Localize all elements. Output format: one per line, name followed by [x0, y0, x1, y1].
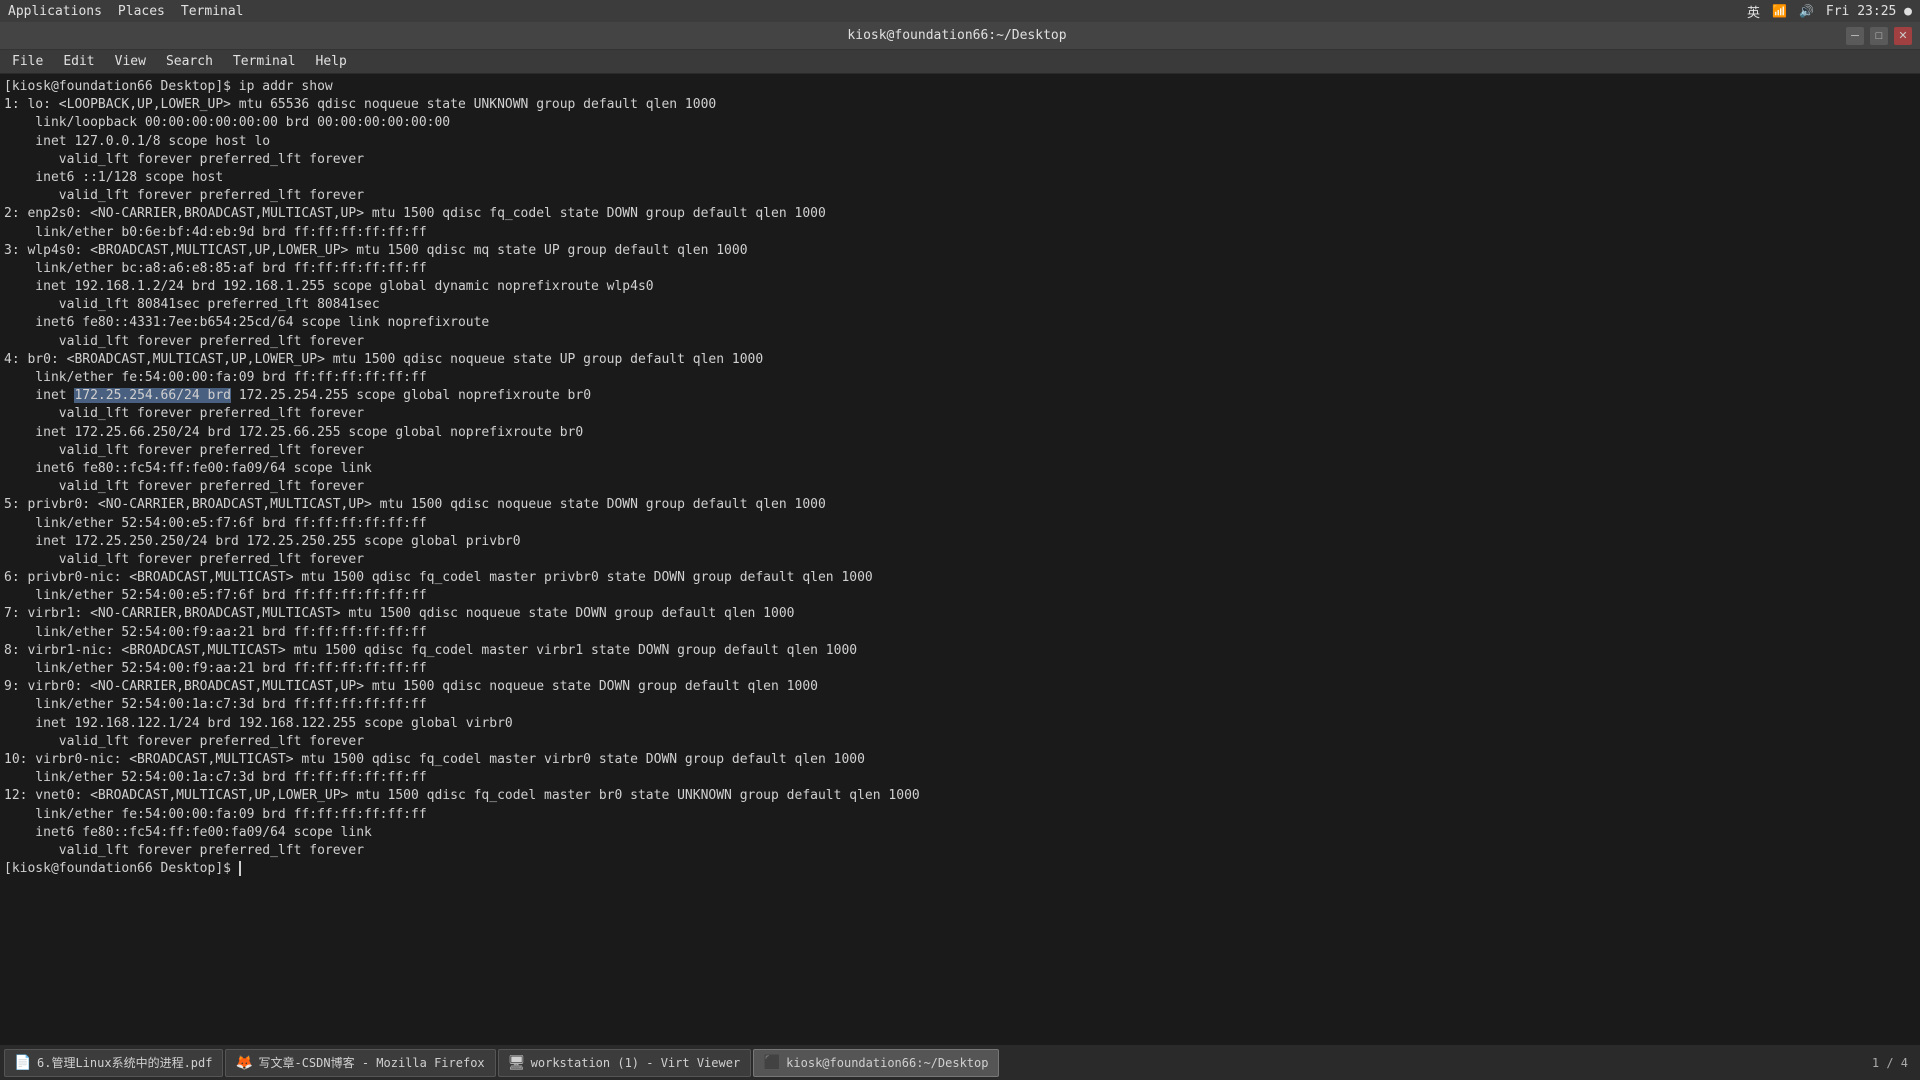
- taskbar-item-terminal[interactable]: ⬛ kiosk@foundation66:~/Desktop: [753, 1049, 999, 1077]
- applications-menu[interactable]: Applications: [8, 4, 102, 19]
- volume-icon: 🔊: [1799, 4, 1814, 18]
- terminal-taskbar-icon: ⬛: [764, 1055, 780, 1071]
- menu-view[interactable]: View: [107, 52, 154, 71]
- system-bar: Applications Places Terminal 英 📶 🔊 Fri 2…: [0, 0, 1920, 22]
- terminal-line-1: [kiosk@foundation66 Desktop]$ ip addr sh…: [4, 79, 920, 876]
- taskbar: 📄 6.管理Linux系统中的进程.pdf 🦊 写文章-CSDN博客 - Moz…: [0, 1044, 1920, 1080]
- window-controls: ─ □ ✕: [1846, 27, 1912, 45]
- datetime: Fri 23:25 ●: [1826, 4, 1912, 19]
- network-icon: 📶: [1772, 4, 1787, 18]
- terminal-content[interactable]: [kiosk@foundation66 Desktop]$ ip addr sh…: [0, 74, 1920, 1044]
- title-bar: kiosk@foundation66:~/Desktop ─ □ ✕: [0, 22, 1920, 50]
- taskbar-label-terminal: kiosk@foundation66:~/Desktop: [786, 1056, 988, 1070]
- menu-bar: File Edit View Search Terminal Help: [0, 50, 1920, 74]
- virt-icon: 🖥: [509, 1055, 525, 1071]
- pdf-icon: 📄: [15, 1055, 31, 1071]
- taskbar-page-indicator: 1 / 4: [1872, 1056, 1916, 1070]
- terminal-menu[interactable]: Terminal: [181, 4, 244, 19]
- close-button[interactable]: ✕: [1894, 27, 1912, 45]
- taskbar-item-pdf[interactable]: 📄 6.管理Linux系统中的进程.pdf: [4, 1049, 223, 1077]
- taskbar-label-virt: workstation (1) - Virt Viewer: [531, 1056, 741, 1070]
- taskbar-item-virt[interactable]: 🖥 workstation (1) - Virt Viewer: [498, 1049, 752, 1077]
- terminal-window: kiosk@foundation66:~/Desktop ─ □ ✕ File …: [0, 22, 1920, 1044]
- menu-file[interactable]: File: [4, 52, 51, 71]
- menu-search[interactable]: Search: [158, 52, 221, 71]
- menu-help[interactable]: Help: [308, 52, 355, 71]
- system-bar-right: 英 📶 🔊 Fri 23:25 ●: [1747, 2, 1912, 21]
- menu-terminal[interactable]: Terminal: [225, 52, 304, 71]
- minimize-button[interactable]: ─: [1846, 27, 1864, 45]
- menu-edit[interactable]: Edit: [55, 52, 102, 71]
- taskbar-label-firefox: 写文章-CSDN博客 - Mozilla Firefox: [258, 1054, 484, 1071]
- taskbar-item-firefox[interactable]: 🦊 写文章-CSDN博客 - Mozilla Firefox: [225, 1049, 495, 1077]
- window-title: kiosk@foundation66:~/Desktop: [68, 28, 1846, 43]
- maximize-button[interactable]: □: [1870, 27, 1888, 45]
- system-bar-left: Applications Places Terminal: [8, 4, 244, 19]
- firefox-icon: 🦊: [236, 1055, 252, 1071]
- language-indicator: 英: [1747, 2, 1760, 21]
- taskbar-label-pdf: 6.管理Linux系统中的进程.pdf: [37, 1054, 212, 1071]
- places-menu[interactable]: Places: [118, 4, 165, 19]
